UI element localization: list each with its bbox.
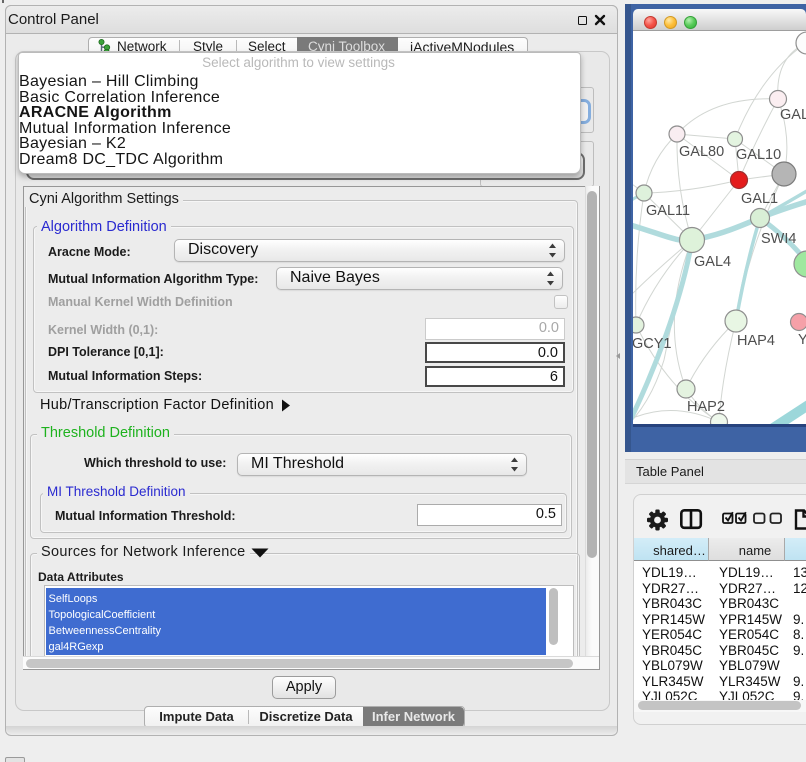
svg-text:GAL80: GAL80 bbox=[679, 144, 724, 160]
svg-text:GAL7: GAL7 bbox=[780, 107, 806, 123]
svg-text:GCY1: GCY1 bbox=[633, 336, 672, 352]
svg-text:YE: YE bbox=[798, 332, 806, 348]
svg-text:GAL1: GAL1 bbox=[741, 191, 778, 207]
svg-text:GAL11: GAL11 bbox=[646, 203, 690, 219]
svg-text:GAL4: GAL4 bbox=[694, 254, 731, 270]
svg-text:SWI4: SWI4 bbox=[761, 231, 796, 247]
svg-text:HAP4: HAP4 bbox=[737, 333, 775, 349]
svg-text:GAL10: GAL10 bbox=[736, 147, 781, 163]
svg-text:HAP2: HAP2 bbox=[687, 399, 725, 415]
